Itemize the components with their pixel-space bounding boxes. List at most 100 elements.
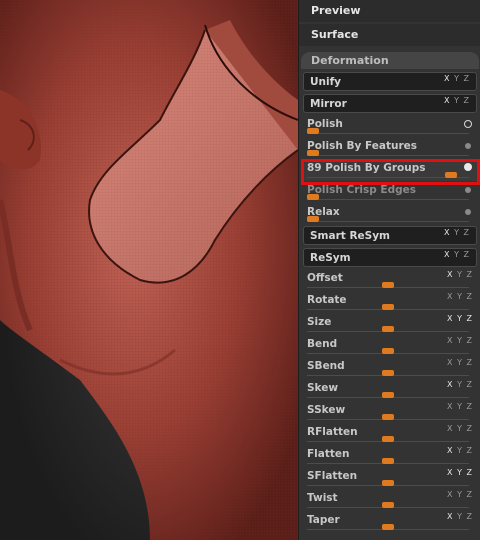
- axis-toggles[interactable]: X Y Z: [444, 228, 470, 237]
- axis-z-toggle[interactable]: Z: [467, 292, 473, 301]
- offset-slider[interactable]: Offset X Y Z: [301, 269, 479, 291]
- axis-y-toggle[interactable]: Y: [454, 228, 460, 237]
- axis-x-toggle[interactable]: X: [444, 96, 450, 105]
- polish-crisp-edges-indicator[interactable]: [465, 187, 471, 193]
- axis-x-toggle[interactable]: X: [447, 292, 453, 301]
- axis-toggles[interactable]: X Y Z: [444, 96, 470, 105]
- preview-menu[interactable]: Preview: [299, 0, 480, 22]
- slider-knob[interactable]: [382, 414, 394, 420]
- axis-y-toggle[interactable]: Y: [457, 292, 463, 301]
- sflatten-slider[interactable]: SFlatten X Y Z: [301, 467, 479, 489]
- axis-x-toggle[interactable]: X: [447, 358, 453, 367]
- resym-button[interactable]: ReSym X Y Z: [303, 248, 477, 267]
- axis-x-toggle[interactable]: X: [447, 490, 453, 499]
- axis-y-toggle[interactable]: Y: [457, 446, 463, 455]
- axis-toggles[interactable]: X Y Z: [447, 358, 473, 367]
- axis-toggles[interactable]: X Y Z: [447, 380, 473, 389]
- axis-z-toggle[interactable]: Z: [464, 228, 470, 237]
- sbend-slider[interactable]: SBend X Y Z: [301, 357, 479, 379]
- axis-toggles[interactable]: X Y Z: [447, 424, 473, 433]
- axis-x-toggle[interactable]: X: [444, 250, 450, 259]
- polish-crisp-edges-slider[interactable]: Polish Crisp Edges: [301, 181, 479, 203]
- relax-slider[interactable]: Relax: [301, 203, 479, 225]
- axis-toggles[interactable]: X Y Z: [444, 74, 470, 83]
- slider-knob[interactable]: [382, 480, 394, 486]
- slider-knob[interactable]: [382, 502, 394, 508]
- axis-y-toggle[interactable]: Y: [457, 358, 463, 367]
- axis-z-toggle[interactable]: Z: [464, 250, 470, 259]
- axis-z-toggle[interactable]: Z: [467, 424, 473, 433]
- deformation-menu[interactable]: Deformation: [301, 52, 479, 69]
- slider-knob[interactable]: [445, 172, 458, 178]
- smart-resym-button[interactable]: Smart ReSym X Y Z: [303, 226, 477, 245]
- axis-z-toggle[interactable]: Z: [467, 468, 473, 477]
- axis-toggles[interactable]: X Y Z: [447, 292, 473, 301]
- axis-toggles[interactable]: X Y Z: [447, 468, 473, 477]
- axis-y-toggle[interactable]: Y: [457, 336, 463, 345]
- axis-toggles[interactable]: X Y Z: [444, 250, 470, 259]
- surface-menu[interactable]: Surface: [299, 24, 480, 46]
- slider-knob[interactable]: [382, 436, 394, 442]
- sskew-slider[interactable]: SSkew X Y Z: [301, 401, 479, 423]
- axis-y-toggle[interactable]: Y: [457, 270, 463, 279]
- axis-y-toggle[interactable]: Y: [457, 424, 463, 433]
- mirror-button[interactable]: Mirror X Y Z: [303, 94, 477, 113]
- axis-z-toggle[interactable]: Z: [464, 74, 470, 83]
- axis-y-toggle[interactable]: Y: [457, 402, 463, 411]
- axis-z-toggle[interactable]: Z: [464, 96, 470, 105]
- slider-knob[interactable]: [382, 348, 394, 354]
- axis-x-toggle[interactable]: X: [444, 74, 450, 83]
- axis-x-toggle[interactable]: X: [447, 468, 453, 477]
- axis-z-toggle[interactable]: Z: [467, 336, 473, 345]
- unify-button[interactable]: Unify X Y Z: [303, 72, 477, 91]
- slider-knob[interactable]: [382, 458, 394, 464]
- axis-y-toggle[interactable]: Y: [454, 74, 460, 83]
- axis-y-toggle[interactable]: Y: [457, 512, 463, 521]
- slider-knob[interactable]: [382, 392, 394, 398]
- axis-toggles[interactable]: X Y Z: [447, 270, 473, 279]
- axis-toggles[interactable]: X Y Z: [447, 512, 473, 521]
- axis-y-toggle[interactable]: Y: [454, 250, 460, 259]
- axis-x-toggle[interactable]: X: [444, 228, 450, 237]
- sculpt-viewport[interactable]: [0, 0, 298, 540]
- axis-z-toggle[interactable]: Z: [467, 358, 473, 367]
- axis-x-toggle[interactable]: X: [447, 424, 453, 433]
- slider-knob[interactable]: [382, 326, 394, 332]
- axis-z-toggle[interactable]: Z: [467, 402, 473, 411]
- axis-toggles[interactable]: X Y Z: [447, 446, 473, 455]
- polish-by-groups-slider[interactable]: 89 Polish By Groups: [301, 159, 479, 181]
- slider-knob[interactable]: [382, 304, 394, 310]
- axis-z-toggle[interactable]: Z: [467, 490, 473, 499]
- slider-knob[interactable]: [307, 128, 320, 134]
- polish-by-groups-indicator[interactable]: [464, 163, 472, 171]
- axis-z-toggle[interactable]: Z: [467, 270, 473, 279]
- slider-knob[interactable]: [382, 282, 394, 288]
- axis-z-toggle[interactable]: Z: [467, 512, 473, 521]
- axis-y-toggle[interactable]: Y: [457, 380, 463, 389]
- slider-knob[interactable]: [382, 524, 394, 530]
- slider-knob[interactable]: [382, 370, 394, 376]
- axis-toggles[interactable]: X Y Z: [447, 336, 473, 345]
- axis-x-toggle[interactable]: X: [447, 314, 453, 323]
- polish-by-features-slider[interactable]: Polish By Features: [301, 137, 479, 159]
- axis-z-toggle[interactable]: Z: [467, 380, 473, 389]
- axis-y-toggle[interactable]: Y: [457, 468, 463, 477]
- polish-slider[interactable]: Polish: [301, 115, 479, 137]
- skew-slider[interactable]: Skew X Y Z: [301, 379, 479, 401]
- flatten-slider[interactable]: Flatten X Y Z: [301, 445, 479, 467]
- slider-knob[interactable]: [307, 216, 320, 222]
- axis-toggles[interactable]: X Y Z: [447, 402, 473, 411]
- axis-z-toggle[interactable]: Z: [467, 446, 473, 455]
- axis-z-toggle[interactable]: Z: [467, 314, 473, 323]
- axis-x-toggle[interactable]: X: [447, 336, 453, 345]
- axis-x-toggle[interactable]: X: [447, 446, 453, 455]
- axis-x-toggle[interactable]: X: [447, 402, 453, 411]
- axis-x-toggle[interactable]: X: [447, 270, 453, 279]
- size-slider[interactable]: Size X Y Z: [301, 313, 479, 335]
- rotate-slider[interactable]: Rotate X Y Z: [301, 291, 479, 313]
- bend-slider[interactable]: Bend X Y Z: [301, 335, 479, 357]
- relax-indicator[interactable]: [465, 209, 471, 215]
- polish-mode-indicator[interactable]: [464, 120, 472, 128]
- slider-knob[interactable]: [307, 194, 320, 200]
- axis-x-toggle[interactable]: X: [447, 380, 453, 389]
